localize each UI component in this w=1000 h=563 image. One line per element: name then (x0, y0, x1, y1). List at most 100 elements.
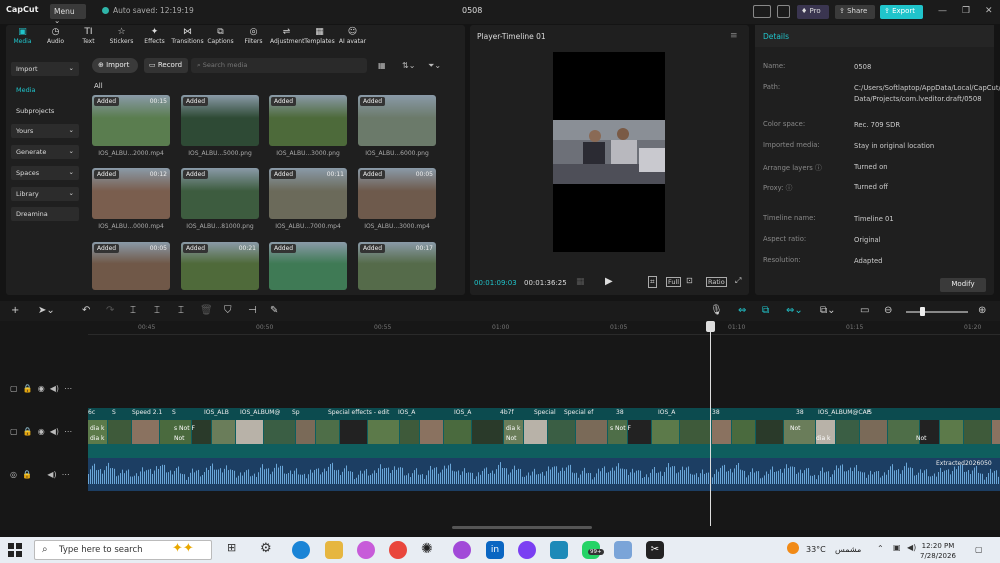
clip-title[interactable]: S (868, 409, 872, 416)
select-tool-icon[interactable]: ➤⌄ (38, 305, 55, 316)
audio-track[interactable]: Extracted2026050 (88, 458, 1000, 491)
settings-gear-icon[interactable]: ⚙ (260, 541, 278, 559)
files-icon[interactable] (614, 541, 632, 559)
audio-track-controls[interactable]: ◎ 🔒 ◀) ⋯ (10, 470, 70, 479)
tab-audio[interactable]: ◷ Audio (39, 25, 72, 49)
zoom-icon[interactable]: ⊡ (686, 276, 693, 285)
search-input[interactable]: ⌕ Search media (191, 58, 367, 73)
sidebar-item-spaces[interactable]: Spaces ⌄ (11, 166, 79, 180)
crop-icon[interactable]: ⌗ (648, 276, 657, 288)
player-menu-icon[interactable]: ≡ (730, 31, 738, 41)
clip-title[interactable]: IOS_A (454, 409, 471, 416)
link-main-icon[interactable]: ⇔ (738, 305, 746, 316)
microphone-icon[interactable]: 🎙 (710, 305, 723, 316)
sidebar-item-yours[interactable]: Yours ⌄ (11, 124, 79, 138)
draw-icon[interactable]: ✎ (270, 305, 278, 316)
marker-icon[interactable]: ⛉ (224, 305, 232, 316)
full-button[interactable]: Full (666, 277, 682, 287)
clip-title[interactable]: 4b7f (500, 409, 514, 416)
tray-chevron-icon[interactable]: ⌃ (877, 544, 884, 553)
sidebar-item-subprojects[interactable]: Subprojects (11, 104, 79, 118)
linkage-icon[interactable]: ⇔⌄ (786, 305, 803, 316)
clip-title[interactable]: Sp (292, 409, 300, 416)
camera-icon[interactable]: ▣ (893, 543, 901, 552)
track-controls-2[interactable]: ▢ 🔒 ◉ ◀) ⋯ (10, 427, 72, 436)
tab-ai-avatar[interactable]: ☺ AI avatar (336, 25, 369, 49)
timeline-view-icon[interactable]: ▭ (860, 305, 869, 316)
split-left-icon[interactable]: ⌶ (154, 305, 160, 316)
sidebar-item-media[interactable]: Media (11, 83, 79, 97)
minimize-icon[interactable]: — (938, 6, 947, 16)
media-thumbnail[interactable]: Added (181, 95, 259, 146)
notifications-icon[interactable]: ▢ (975, 545, 983, 554)
photos-icon[interactable] (550, 541, 568, 559)
clip-title[interactable]: Special effects - edit (328, 409, 389, 416)
clip-title[interactable]: IOS_A (398, 409, 415, 416)
volume-icon[interactable]: ◀) (907, 543, 916, 552)
maximize-icon[interactable]: ❐ (962, 6, 970, 16)
playhead[interactable] (710, 321, 711, 526)
clip-title[interactable]: IOS_ALBUM@CAP (818, 409, 870, 416)
zoom-slider-handle[interactable] (920, 307, 925, 316)
filmstrip-icon[interactable]: ▦ (576, 277, 585, 287)
edge-icon[interactable] (292, 541, 310, 559)
filter-icon[interactable]: ⏷⌄ (428, 61, 441, 71)
timeline-scrollbar[interactable] (452, 526, 592, 529)
media-thumbnail[interactable]: Added 00:21 (181, 242, 259, 290)
clip-title[interactable]: 38 (796, 409, 804, 416)
sidebar-item-generate[interactable]: Generate ⌄ (11, 145, 79, 159)
track-controls-1[interactable]: ▢ 🔒 ◉ ◀) ⋯ (10, 384, 72, 393)
clip-title[interactable]: 38 (616, 409, 624, 416)
task-view-icon[interactable]: ⊞ (227, 541, 245, 559)
add-track-icon[interactable]: + (11, 305, 19, 316)
sidebar-item-import[interactable]: Import ⌄ (11, 62, 79, 76)
tab-text[interactable]: TI Text (72, 25, 105, 49)
preview-axis-icon[interactable]: ⧉⌄ (820, 305, 836, 316)
view-toggle-icon[interactable]: ▦ (378, 61, 386, 70)
canva-icon[interactable] (518, 541, 536, 559)
media-thumbnail[interactable]: Added (269, 242, 347, 290)
tab-stickers[interactable]: ☆ Stickers (105, 25, 138, 49)
modify-button[interactable]: Modify (940, 278, 986, 292)
shortcut-icon[interactable] (777, 5, 790, 18)
media-thumbnail[interactable]: Added (358, 95, 436, 146)
windows-start-icon[interactable] (8, 543, 22, 557)
tab-filters[interactable]: ◎ Filters (237, 25, 270, 49)
sidebar-item-library[interactable]: Library ⌄ (11, 187, 79, 201)
clip-title[interactable]: S (172, 409, 176, 416)
clip-title[interactable]: Special (534, 409, 556, 416)
tab-transitions[interactable]: ⋈ Transitions (171, 25, 204, 49)
tab-templates[interactable]: ▦ Templates (303, 25, 336, 49)
clip-title[interactable]: 38 (712, 409, 720, 416)
delete-icon[interactable]: 🗑 (200, 305, 213, 316)
undo-icon[interactable]: ↶ (82, 305, 90, 316)
chatgpt-icon[interactable]: ✺ (421, 541, 439, 559)
clock[interactable]: 12:20 PM 7/28/2026 (920, 541, 956, 561)
clip-title[interactable]: IOS_ALBUM@ (240, 409, 280, 416)
export-button[interactable]: ⇪ Export (880, 5, 923, 19)
clip-title[interactable]: 6c (88, 409, 95, 416)
clip-title[interactable]: Special ef (564, 409, 593, 416)
media-thumbnail[interactable]: Added 00:05 (92, 242, 170, 290)
tab-adjustment[interactable]: ⇌ Adjustment (270, 25, 304, 49)
clip-title[interactable]: IOS_A (658, 409, 675, 416)
playhead-handle[interactable] (706, 321, 715, 332)
fullscreen-icon[interactable]: ⤢ (735, 276, 741, 286)
copilot-icon[interactable] (357, 541, 375, 559)
share-button[interactable]: ⇪ Share (835, 5, 875, 19)
clip-title[interactable]: IOS_ALB (204, 409, 229, 416)
layout-icon[interactable] (753, 5, 771, 18)
freeze-icon[interactable]: ⊣ (248, 305, 257, 316)
file-explorer-icon[interactable] (325, 541, 343, 559)
close-icon[interactable]: ✕ (985, 6, 993, 16)
clip-title[interactable]: Speed 2.1 (132, 409, 162, 416)
sparkle-icon[interactable]: ✦✦ (172, 541, 194, 556)
linkedin-icon[interactable]: in (486, 541, 504, 559)
ratio-button[interactable]: Ratio (706, 277, 727, 287)
zoom-out-icon[interactable]: ⊖ (884, 305, 892, 316)
capcut-icon[interactable]: ✂ (646, 541, 664, 559)
chrome-icon[interactable] (389, 541, 407, 559)
play-button[interactable]: ▶ (605, 276, 613, 287)
magnet-icon[interactable]: ⧉ (762, 305, 769, 316)
sort-icon[interactable]: ⇅⌄ (402, 61, 415, 70)
